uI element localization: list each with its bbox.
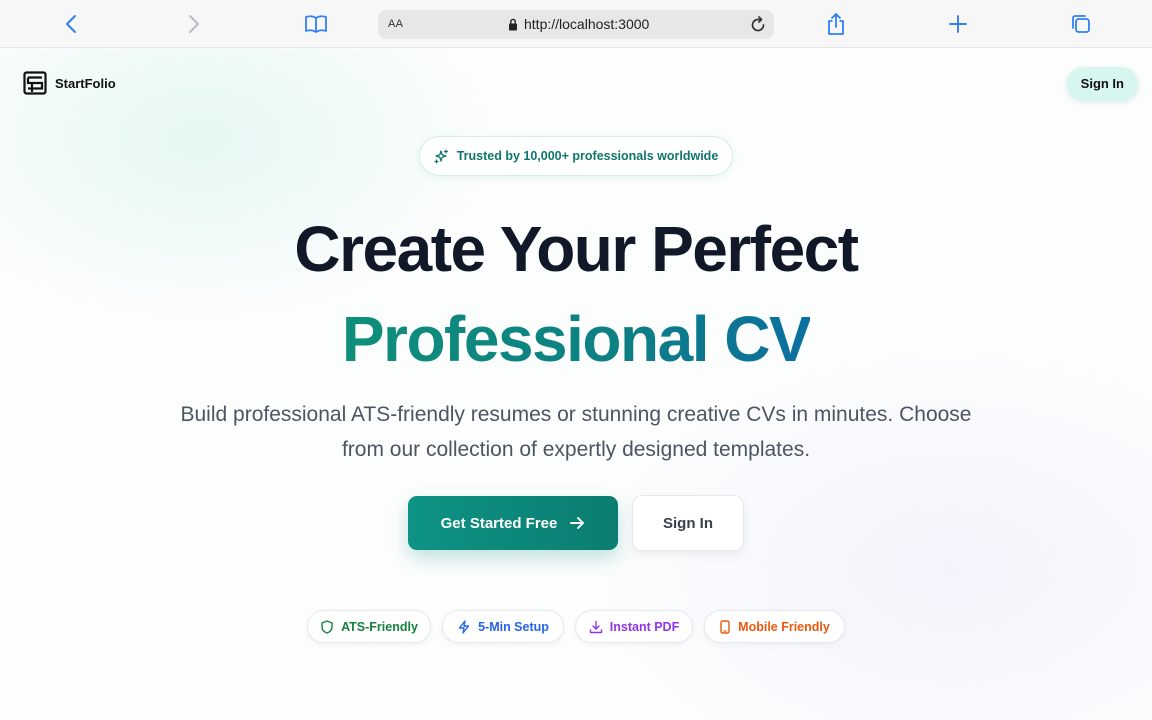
hero-title-line1: Create Your Perfect [294, 213, 859, 285]
book-icon [305, 15, 327, 33]
tabs-overview-button[interactable] [1067, 10, 1095, 38]
hero-title-highlight: Professional CV [341, 303, 812, 375]
feature-chip-ats: ATS-Friendly [307, 610, 431, 643]
tabs-icon [1072, 15, 1090, 33]
hero-sign-in-button[interactable]: Sign In [632, 495, 744, 551]
hero-title-line2: Professional CV [0, 302, 1152, 376]
share-icon [828, 13, 844, 35]
sparkles-icon [434, 148, 448, 164]
feature-chip-setup: 5-Min Setup [442, 610, 564, 643]
brand-logo-link[interactable]: StartFolio [23, 71, 116, 95]
text-size-button[interactable]: AA [388, 18, 403, 30]
trust-badge: Trusted by 10,000+ professionals worldwi… [419, 136, 733, 176]
shield-icon [321, 619, 333, 634]
chevron-right-icon [189, 15, 199, 33]
get-started-label: Get Started Free [440, 514, 558, 532]
back-button[interactable] [57, 10, 85, 38]
page-content: StartFolio Sign In Trusted by 10,000+ pr… [0, 49, 1152, 720]
url-display[interactable]: http://localhost:3000 [508, 16, 649, 32]
reload-icon [751, 16, 765, 32]
chevron-left-icon [66, 15, 76, 33]
plus-icon [949, 15, 967, 33]
new-tab-button[interactable] [944, 10, 972, 38]
hero-subtitle: Build professional ATS-friendly resumes … [180, 403, 972, 461]
get-started-button[interactable]: Get Started Free [408, 496, 618, 550]
brand-name: StartFolio [55, 75, 116, 91]
trust-badge-text: Trusted by 10,000+ professionals worldwi… [456, 149, 719, 163]
feature-label: 5-Min Setup [478, 619, 549, 634]
browser-toolbar: AA http://localhost:3000 [0, 0, 1152, 48]
feature-label: ATS-Friendly [341, 619, 418, 634]
feature-label: Mobile Friendly [738, 619, 830, 634]
mobile-icon [720, 619, 730, 634]
forward-button[interactable] [180, 10, 208, 38]
share-button[interactable] [822, 10, 850, 38]
download-icon [589, 620, 602, 633]
lightning-icon [458, 619, 470, 634]
lock-icon [509, 18, 517, 30]
address-bar[interactable]: AA http://localhost:3000 [378, 10, 774, 39]
startfolio-logo-icon [23, 71, 47, 95]
arrow-right-icon [570, 517, 585, 529]
url-text: http://localhost:3000 [524, 16, 650, 32]
bookmarks-button[interactable] [302, 10, 330, 38]
feature-chip-pdf: Instant PDF [575, 610, 693, 643]
header-sign-in-button[interactable]: Sign In [1066, 67, 1138, 100]
feature-label: Instant PDF [609, 619, 680, 634]
reload-button[interactable] [746, 13, 770, 37]
feature-chip-mobile: Mobile Friendly [704, 610, 845, 643]
